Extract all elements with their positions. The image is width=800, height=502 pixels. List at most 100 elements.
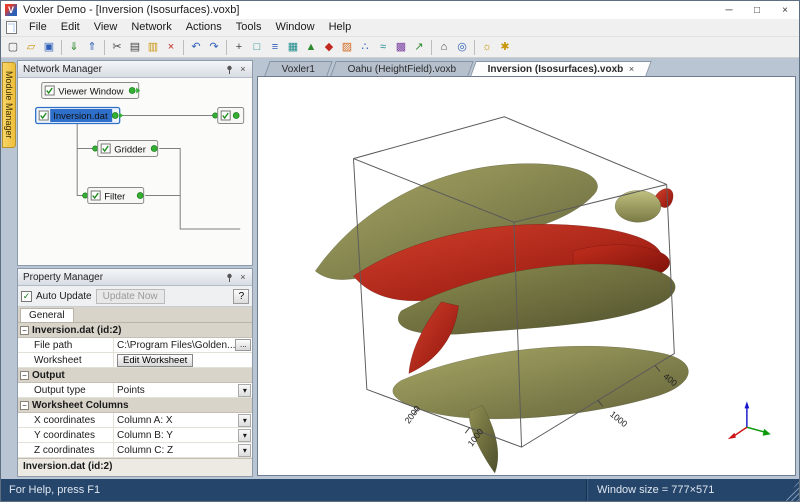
dropdown-arrow-icon[interactable]: ▾ [238, 429, 251, 442]
tab-close-icon[interactable]: × [629, 64, 634, 74]
module-scatter-plot-icon[interactable]: ∴ [356, 39, 374, 56]
minimize-button[interactable]: ─ [715, 1, 743, 19]
close-icon[interactable]: × [236, 271, 249, 284]
edit-worksheet-button[interactable]: Edit Worksheet [117, 354, 193, 367]
property-label: X coordinates [18, 413, 114, 427]
module-heightfield-icon[interactable]: ▲ [302, 39, 320, 56]
menu-network[interactable]: Network [124, 19, 178, 36]
browse-button[interactable]: ... [235, 339, 251, 351]
dropdown-arrow-icon[interactable]: ▾ [238, 414, 251, 427]
svg-text:Inversion.dat: Inversion.dat [53, 111, 108, 122]
module-axes-icon[interactable]: + [230, 39, 248, 56]
document-tab-strip: Voxler1 Oahu (HeightField).voxb Inversio… [257, 60, 796, 76]
menu-help[interactable]: Help [322, 19, 359, 36]
property-row-worksheet: Worksheet Edit Worksheet [18, 353, 252, 368]
document-icon[interactable] [6, 21, 17, 34]
module-streamlines-icon[interactable]: ≈ [374, 39, 392, 56]
pin-icon[interactable] [223, 63, 236, 76]
module-volume-render-icon[interactable]: ▩ [392, 39, 410, 56]
property-value[interactable]: Column B: Y ▾ [114, 428, 252, 442]
status-window-size: Window size = 777×571 [586, 479, 786, 501]
toolbar-separator [431, 40, 432, 55]
menu-window[interactable]: Window [268, 19, 321, 36]
property-value[interactable]: Points ▾ [114, 383, 252, 397]
node-viewer-window[interactable]: Viewer Window [42, 83, 141, 99]
property-tab-strip: General [18, 307, 252, 323]
menu-edit[interactable]: Edit [54, 19, 87, 36]
toolbar-separator [226, 40, 227, 55]
node-filter[interactable]: Filter [83, 188, 144, 204]
tab-general[interactable]: General [20, 308, 74, 322]
property-value[interactable]: C:\Program Files\Golden... ... [114, 338, 252, 352]
new-file-icon[interactable]: ▢ [4, 39, 22, 56]
menu-actions[interactable]: Actions [179, 19, 229, 36]
module-oblique-image-icon[interactable]: ▨ [338, 39, 356, 56]
dropdown-arrow-icon[interactable]: ▾ [238, 444, 251, 457]
module-vector-plot-icon[interactable]: ↗ [410, 39, 428, 56]
paste-icon[interactable]: ▥ [144, 39, 162, 56]
menu-view[interactable]: View [87, 19, 125, 36]
import-data-icon[interactable]: ⇓ [65, 39, 83, 56]
menu-tools[interactable]: Tools [229, 19, 269, 36]
auto-update-checkbox[interactable]: ✓ [21, 291, 32, 302]
tab-voxler1[interactable]: Voxler1 [265, 61, 334, 76]
viewer-3d-canvas[interactable]: 2000 1000 1000 400 [257, 76, 796, 476]
highlight-icon[interactable]: ✱ [496, 39, 514, 56]
main-toolbar: ▢ ▱ ▣ ⇓ ⇑ ✂ ▤ ▥ × ↶ ↷ + □ ≡ ▦ ▲ ◆ ▨ ∴ ≈ … [1, 37, 799, 58]
property-value[interactable]: Column A: X ▾ [114, 413, 252, 427]
section-row-output: − Output [18, 368, 252, 383]
export-data-icon[interactable]: ⇑ [83, 39, 101, 56]
zoom-fit-icon[interactable]: ◎ [453, 39, 471, 56]
close-button[interactable]: × [771, 1, 799, 19]
save-icon[interactable]: ▣ [40, 39, 58, 56]
collapse-icon[interactable]: − [20, 401, 29, 410]
camera-home-icon[interactable]: ⌂ [435, 39, 453, 56]
close-icon[interactable]: × [236, 63, 249, 76]
resize-grip[interactable] [786, 479, 799, 501]
property-label: Output type [18, 383, 114, 397]
node-gridder[interactable]: Gridder [93, 141, 158, 157]
left-panel-column: Network Manager × [17, 58, 255, 479]
section-label: Worksheet Columns [32, 400, 129, 411]
open-folder-icon[interactable]: ▱ [22, 39, 40, 56]
cut-icon[interactable]: ✂ [108, 39, 126, 56]
viewport-area: Voxler1 Oahu (HeightField).voxb Inversio… [255, 58, 799, 479]
orientation-axes-icon [728, 401, 771, 439]
maximize-button[interactable]: □ [743, 1, 771, 19]
property-row-z-coordinates: Z coordinates Column C: Z ▾ [18, 443, 252, 458]
update-now-button[interactable]: Update Now [96, 289, 165, 304]
copy-icon[interactable]: ▤ [126, 39, 144, 56]
pin-icon[interactable] [223, 271, 236, 284]
property-value[interactable]: Column C: Z ▾ [114, 443, 252, 457]
module-contours-icon[interactable]: ≡ [266, 39, 284, 56]
property-manager-header: Property Manager × [18, 269, 252, 286]
dropdown-arrow-icon[interactable]: ▾ [238, 384, 251, 397]
redo-icon[interactable]: ↷ [205, 39, 223, 56]
panel-title: Network Manager [23, 64, 223, 75]
network-canvas[interactable]: Viewer Window Inversion.dat [18, 78, 252, 265]
help-button[interactable]: ? [233, 289, 249, 304]
property-value: Edit Worksheet [114, 353, 252, 367]
tips-icon[interactable]: ☼ [478, 39, 496, 56]
title-bar: V Voxler Demo - [Inversion (Isosurfaces)… [1, 1, 799, 19]
undo-icon[interactable]: ↶ [187, 39, 205, 56]
module-bounding-box-icon[interactable]: □ [248, 39, 266, 56]
property-manager-panel: Property Manager × ✓ Auto Update Update … [17, 268, 253, 477]
module-isosurface-icon[interactable]: ◆ [320, 39, 338, 56]
delete-icon[interactable]: × [162, 39, 180, 56]
docked-tab-strip: Module Manager [1, 58, 17, 479]
section-label: Inversion.dat (id:2) [32, 325, 121, 336]
panel-title: Property Manager [23, 272, 223, 283]
collapse-icon[interactable]: − [20, 371, 29, 380]
app-logo-icon: V [5, 4, 17, 16]
module-gridder-icon[interactable]: ▦ [284, 39, 302, 56]
section-label: Output [32, 370, 65, 381]
menu-file[interactable]: File [22, 19, 54, 36]
tab-oahu-heightfield[interactable]: Oahu (HeightField).voxb [330, 61, 474, 76]
node-inversion-dat[interactable]: Inversion.dat [36, 108, 124, 124]
collapse-icon[interactable]: − [20, 326, 29, 335]
tab-inversion-isosurfaces[interactable]: Inversion (Isosurfaces).voxb × [470, 61, 651, 76]
node-output-clipped[interactable] [213, 108, 244, 124]
status-bar: For Help, press F1 Window size = 777×571 [1, 479, 799, 501]
module-manager-tab[interactable]: Module Manager [2, 62, 16, 148]
